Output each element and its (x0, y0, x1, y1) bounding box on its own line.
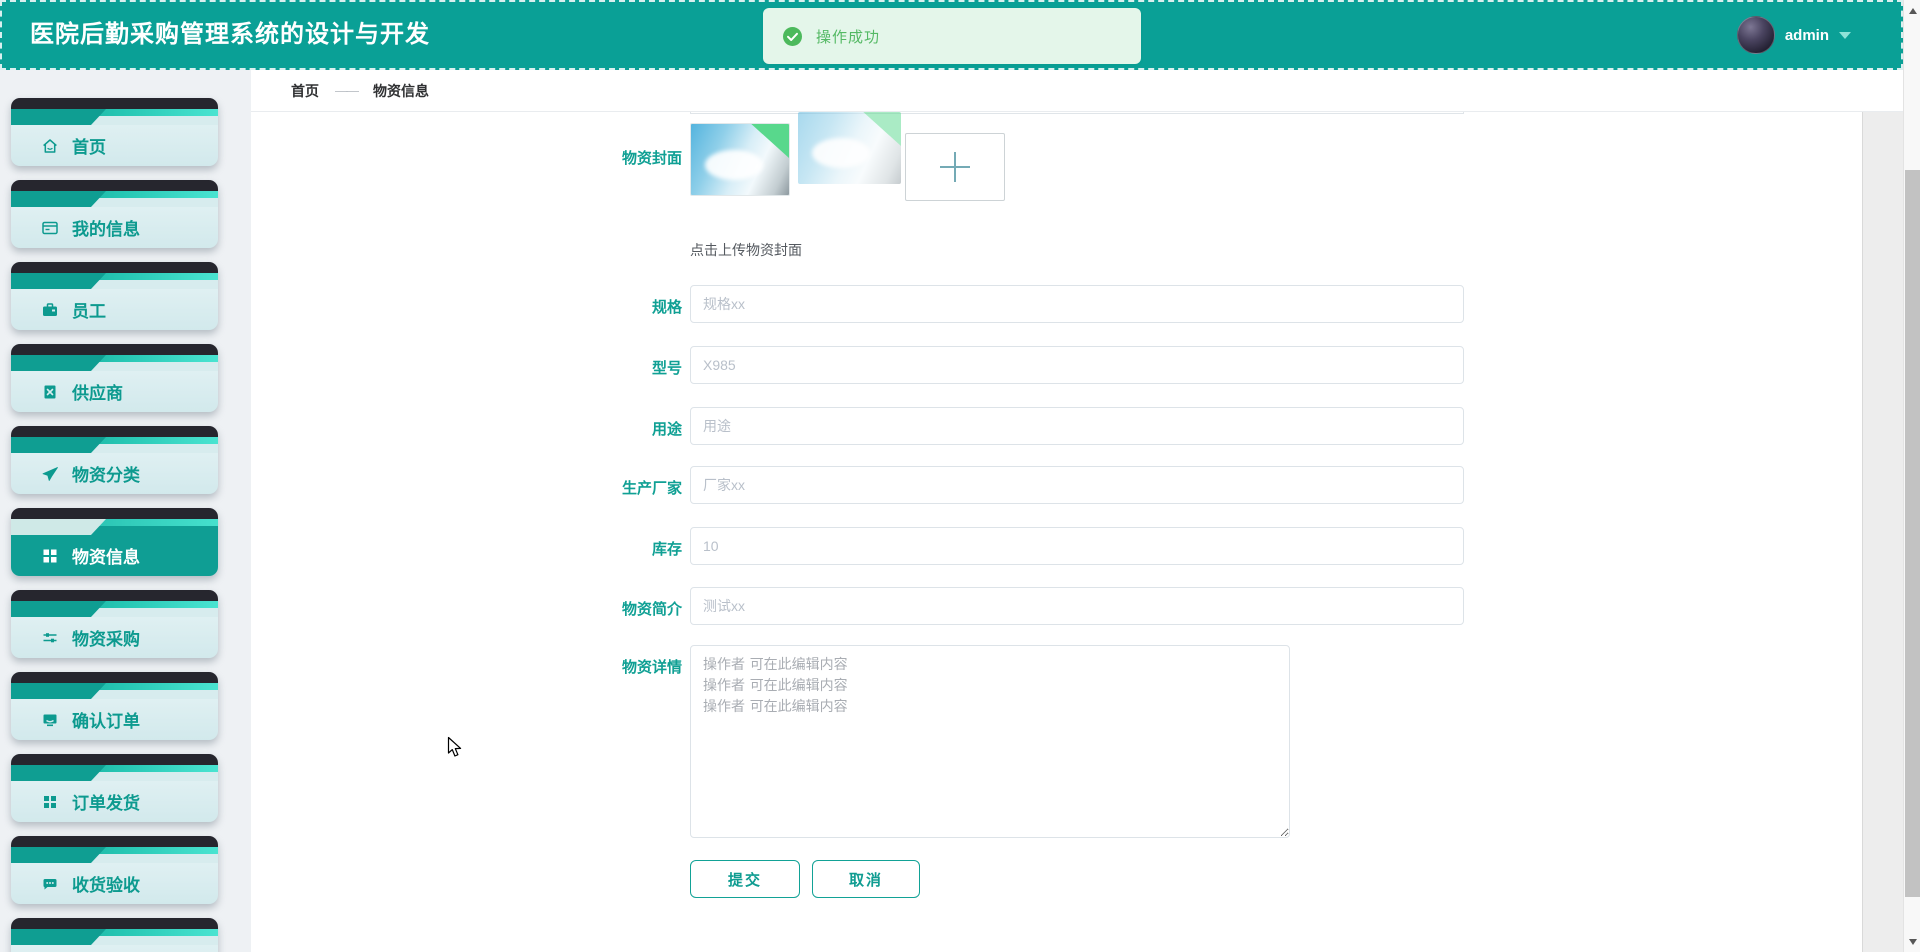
check-circle-icon (783, 26, 802, 46)
plus-icon (940, 152, 970, 182)
sidebar-item-partial[interactable] (11, 918, 218, 952)
chat-icon (43, 878, 57, 889)
sidebar-item-label: 确认订单 (72, 712, 140, 731)
sidebar-item-order-shipping[interactable]: 订单发货 (11, 754, 218, 822)
stock-input[interactable] (690, 527, 1464, 565)
scroll-up-arrow[interactable] (1904, 2, 1920, 19)
sidebar-item-label: 物资分类 (72, 466, 140, 485)
field-label-spec: 规格 (651, 299, 682, 316)
avatar[interactable] (1736, 16, 1775, 54)
username-label: admin (1784, 26, 1829, 44)
document-x-icon (44, 385, 56, 398)
field-label-stock: 库存 (651, 541, 682, 558)
monitor-icon (43, 714, 57, 726)
breadcrumb-current: 物资信息 (373, 82, 429, 99)
toast-message: 操作成功 (816, 28, 881, 46)
cancel-button[interactable]: 取消 (812, 860, 920, 898)
sliders-icon (43, 632, 57, 642)
upload-cover-button[interactable] (905, 133, 1005, 201)
model-input[interactable] (690, 346, 1464, 384)
submit-button[interactable]: 提交 (690, 860, 800, 898)
sidebar-item-my-info[interactable]: 我的信息 (11, 180, 218, 248)
cover-label: 物资封面 (621, 150, 682, 167)
cover-thumbnail-1[interactable] (690, 123, 790, 196)
sidebar-item-material-purchase[interactable]: 物资采购 (11, 590, 218, 658)
sidebar-item-suppliers[interactable]: 供应商 (11, 344, 218, 412)
sidebar-item-material-category[interactable]: 物资分类 (11, 426, 218, 494)
detail-textarea[interactable]: 操作者 可在此编辑内容 操作者 可在此编辑内容 操作者 可在此编辑内容 (690, 645, 1290, 838)
chevron-down-icon (1839, 31, 1851, 39)
field-label-usage: 用途 (651, 421, 682, 438)
upload-hint: 点击上传物资封面 (690, 242, 802, 258)
sidebar-item-label: 首页 (72, 138, 106, 157)
user-menu[interactable]: admin (1736, 2, 1851, 68)
sidebar-item-home[interactable]: 首页 (11, 98, 218, 166)
sidebar-item-label: 供应商 (72, 384, 123, 403)
sidebar-item-label: 我的信息 (72, 220, 140, 239)
field-label-model: 型号 (651, 360, 682, 377)
breadcrumb: 首页 —— 物资信息 (251, 70, 1903, 112)
id-card-icon (42, 221, 58, 234)
sidebar-item-label: 收货验收 (72, 876, 140, 895)
content-scroll-gutter (1862, 112, 1903, 952)
sidebar-item-label: 订单发货 (72, 794, 140, 813)
field-label-brief: 物资简介 (621, 601, 682, 618)
grid-icon (43, 549, 57, 562)
paper-plane-icon (42, 466, 58, 481)
grid-small-icon (44, 795, 56, 808)
sidebar-item-label: 员工 (72, 302, 106, 321)
brief-input[interactable] (690, 587, 1464, 625)
field-label-manufacturer: 生产厂家 (621, 480, 682, 497)
field-label-detail: 物资详情 (621, 659, 682, 676)
app-window: 医院后勤采购管理系统的设计与开发 admin 操作成功 首页 我的信息 员工 供… (0, 0, 1920, 952)
sidebar-item-confirm-order[interactable]: 确认订单 (11, 672, 218, 740)
sidebar-item-receiving-inspection[interactable]: 收货验收 (11, 836, 218, 904)
spec-input[interactable] (690, 285, 1464, 323)
briefcase-icon (43, 302, 57, 316)
sidebar-item-label: 物资信息 (72, 548, 140, 567)
scrollbar-thumb[interactable] (1905, 170, 1920, 897)
home-icon (43, 138, 57, 153)
sidebar-item-material-info[interactable]: 物资信息 (11, 508, 218, 576)
page-title: 医院后勤采购管理系统的设计与开发 (30, 21, 430, 48)
cover-thumbnail-2[interactable] (798, 112, 901, 184)
sidebar-item-employees[interactable]: 员工 (11, 262, 218, 330)
manufacturer-input[interactable] (690, 466, 1464, 504)
scroll-down-arrow[interactable] (1904, 933, 1920, 950)
success-toast: 操作成功 (763, 8, 1141, 64)
breadcrumb-separator: —— (335, 83, 359, 98)
page-scrollbar[interactable] (1903, 0, 1920, 952)
usage-input[interactable] (690, 407, 1464, 445)
breadcrumb-home[interactable]: 首页 (291, 81, 319, 101)
sidebar-item-label: 物资采购 (72, 630, 140, 649)
